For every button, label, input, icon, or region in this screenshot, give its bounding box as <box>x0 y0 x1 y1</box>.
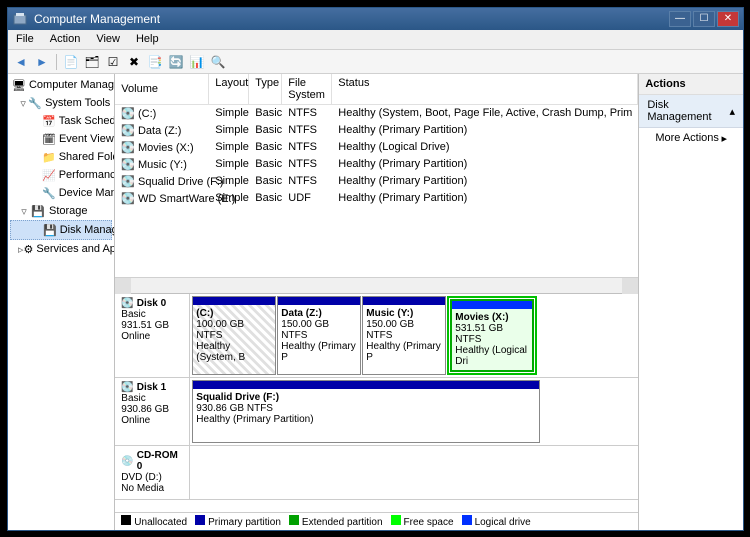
volume-row[interactable]: 💽(C:)SimpleBasicNTFSHealthy (System, Boo… <box>115 105 638 122</box>
partition[interactable]: Squalid Drive (F:)930.86 GB NTFSHealthy … <box>192 380 540 443</box>
disk-row: 💿CD-ROM 0DVD (D:)No Media <box>115 446 638 500</box>
volume-row[interactable]: 💽WD SmartWare (E:)SimpleBasicUDFHealthy … <box>115 190 638 207</box>
disk-icon: 💽 <box>121 382 133 393</box>
drive-icon: 💽 <box>121 158 135 171</box>
action-more[interactable]: More Actions ▸ <box>639 128 743 149</box>
volume-row[interactable]: 💽Movies (X:)SimpleBasicNTFSHealthy (Logi… <box>115 139 638 156</box>
show-tree-button[interactable]: 🗂 <box>83 53 101 71</box>
col-status[interactable]: Status <box>332 74 638 104</box>
delete-button[interactable]: ✖ <box>125 53 143 71</box>
menubar: File Action View Help <box>8 30 743 50</box>
expand-icon[interactable]: ▿ <box>18 97 28 110</box>
tree-group[interactable]: ▹⚙Services and Applications <box>10 240 112 258</box>
tool-button[interactable]: 📑 <box>146 53 164 71</box>
disk-row: 💽Disk 0Basic931.51 GBOnline(C:)100.00 GB… <box>115 294 638 378</box>
disk-map[interactable]: 💽Disk 0Basic931.51 GBOnline(C:)100.00 GB… <box>115 294 638 512</box>
toolbar: ◄ ► 📄 🗂 ☑ ✖ 📑 🔄 📊 🔍 <box>8 50 743 74</box>
col-type[interactable]: Type <box>249 74 282 104</box>
legend-item: Unallocated <box>121 515 187 528</box>
volume-row[interactable]: 💽Music (Y:)SimpleBasicNTFSHealthy (Prima… <box>115 156 638 173</box>
minimize-button[interactable]: — <box>669 11 691 27</box>
col-filesystem[interactable]: File System <box>282 74 332 104</box>
chevron-right-icon: ▸ <box>721 132 727 145</box>
tree-item[interactable]: 💾Disk Management <box>10 220 112 240</box>
col-volume[interactable]: Volume <box>115 74 209 104</box>
disk-icon: 💿 <box>121 456 133 467</box>
help-button[interactable]: 📊 <box>188 53 206 71</box>
collapse-icon: ▴ <box>729 105 735 118</box>
tree-item[interactable]: 📅Task Scheduler <box>10 112 112 130</box>
disk-row: 💽Disk 1Basic930.86 GBOnlineSqualid Drive… <box>115 378 638 446</box>
menu-help[interactable]: Help <box>128 30 167 49</box>
partition[interactable]: Music (Y:)150.00 GB NTFSHealthy (Primary… <box>362 296 446 375</box>
disk-info[interactable]: 💿CD-ROM 0DVD (D:)No Media <box>115 446 190 499</box>
disk-info[interactable]: 💽Disk 0Basic931.51 GBOnline <box>115 294 190 377</box>
tree-item[interactable]: 🗓Event Viewer <box>10 130 112 148</box>
partition[interactable]: Data (Z:)150.00 GB NTFSHealthy (Primary … <box>277 296 361 375</box>
menu-view[interactable]: View <box>88 30 128 49</box>
voltable-hscroll[interactable] <box>115 277 638 293</box>
legend-item: Primary partition <box>195 515 281 528</box>
volume-row[interactable]: 💽Data (Z:)SimpleBasicNTFSHealthy (Primar… <box>115 122 638 139</box>
view-button[interactable]: 🔍 <box>209 53 227 71</box>
app-window: Computer Management — ☐ ✕ File Action Vi… <box>7 7 744 531</box>
menu-file[interactable]: File <box>8 30 42 49</box>
expand-icon[interactable]: ▿ <box>18 205 30 218</box>
volume-row[interactable]: 💽Squalid Drive (F:)SimpleBasicNTFSHealth… <box>115 173 638 190</box>
drive-icon: 💽 <box>121 124 135 137</box>
tree-group[interactable]: ▿💾Storage <box>10 202 112 220</box>
tree-item[interactable]: 🔧Device Manager <box>10 184 112 202</box>
disk-icon: 💽 <box>121 298 133 309</box>
legend-item: Free space <box>391 515 454 528</box>
client-area: 🖥 Computer Management (Local ▿🔧System To… <box>8 74 743 530</box>
tree-group[interactable]: ▿🔧System Tools <box>10 94 112 112</box>
partition[interactable]: Movies (X:)531.51 GB NTFSHealthy (Logica… <box>450 299 534 372</box>
actions-group[interactable]: Disk Management ▴ <box>639 95 743 128</box>
volume-table: Volume Layout Type File System Status 💽(… <box>115 74 638 294</box>
app-icon <box>12 11 28 27</box>
maximize-button[interactable]: ☐ <box>693 11 715 27</box>
computer-icon: 🖥 <box>12 77 26 93</box>
refresh-button[interactable]: 🔄 <box>167 53 185 71</box>
drive-icon: 💽 <box>121 192 135 205</box>
col-layout[interactable]: Layout <box>209 74 249 104</box>
back-button[interactable]: ◄ <box>12 53 30 71</box>
drive-icon: 💽 <box>121 175 135 188</box>
legend: Unallocated Primary partition Extended par… <box>115 512 638 530</box>
legend-item: Logical drive <box>462 515 531 528</box>
partition[interactable]: (C:)100.00 GB NTFSHealthy (System, B <box>192 296 276 375</box>
volume-header-row: Volume Layout Type File System Status <box>115 74 638 105</box>
actions-pane: Actions Disk Management ▴ More Actions ▸ <box>639 74 743 530</box>
legend-item: Extended partition <box>289 515 383 528</box>
tree-item[interactable]: 📁Shared Folders <box>10 148 112 166</box>
titlebar[interactable]: Computer Management — ☐ ✕ <box>8 8 743 30</box>
forward-button[interactable]: ► <box>33 53 51 71</box>
up-button[interactable]: 📄 <box>62 53 80 71</box>
properties-button[interactable]: ☑ <box>104 53 122 71</box>
disk-info[interactable]: 💽Disk 1Basic930.86 GBOnline <box>115 378 190 445</box>
main-pane: Volume Layout Type File System Status 💽(… <box>115 74 639 530</box>
actions-header: Actions <box>639 74 743 95</box>
drive-icon: 💽 <box>121 107 135 120</box>
drive-icon: 💽 <box>121 141 135 154</box>
tree-item[interactable]: 📈Performance <box>10 166 112 184</box>
close-button[interactable]: ✕ <box>717 11 739 27</box>
menu-action[interactable]: Action <box>42 30 89 49</box>
tree-pane[interactable]: 🖥 Computer Management (Local ▿🔧System To… <box>8 74 115 530</box>
window-title: Computer Management <box>34 12 669 26</box>
tree-root[interactable]: 🖥 Computer Management (Local <box>10 76 112 94</box>
